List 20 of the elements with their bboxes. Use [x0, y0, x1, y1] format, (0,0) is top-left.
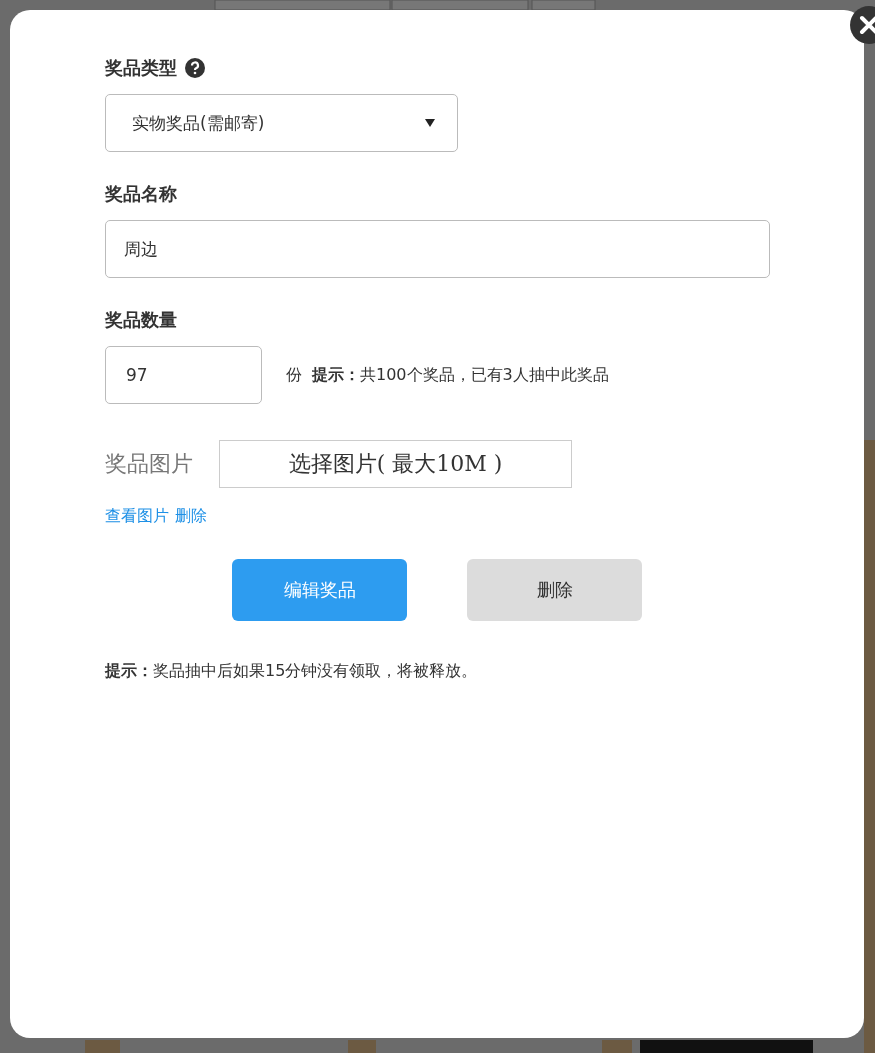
background-tile [85, 1040, 120, 1053]
text-field[interactable]: 周边 [105, 220, 770, 278]
select-field[interactable]: 实物奖品(需邮寄) [105, 94, 458, 152]
background-tile [348, 1040, 376, 1053]
link[interactable]: 查看图片 [105, 506, 169, 527]
number-field[interactable]: 97 [105, 346, 262, 404]
choose-image-button[interactable]: 选择图片( 最大10M ) [219, 440, 572, 488]
hint-text: 提示：共100个奖品，已有3人抽中此奖品 [312, 364, 609, 386]
field-label: 奖品名称 [105, 182, 177, 206]
delete-button[interactable]: 删除 [467, 559, 642, 621]
dropdown-caret-icon [425, 119, 435, 127]
tip-text: 提示：奖品抽中后如果15分钟没有领取，将被释放。 [105, 661, 479, 682]
field-label: 奖品类型 [105, 56, 177, 80]
unit-label: 份 [286, 364, 302, 386]
close-icon [859, 15, 875, 35]
field-label: 奖品图片 [105, 450, 193, 478]
background-tile [602, 1040, 632, 1053]
field-label: 奖品数量 [105, 308, 177, 332]
help-icon[interactable] [185, 58, 205, 78]
link[interactable]: 删除 [175, 506, 207, 527]
